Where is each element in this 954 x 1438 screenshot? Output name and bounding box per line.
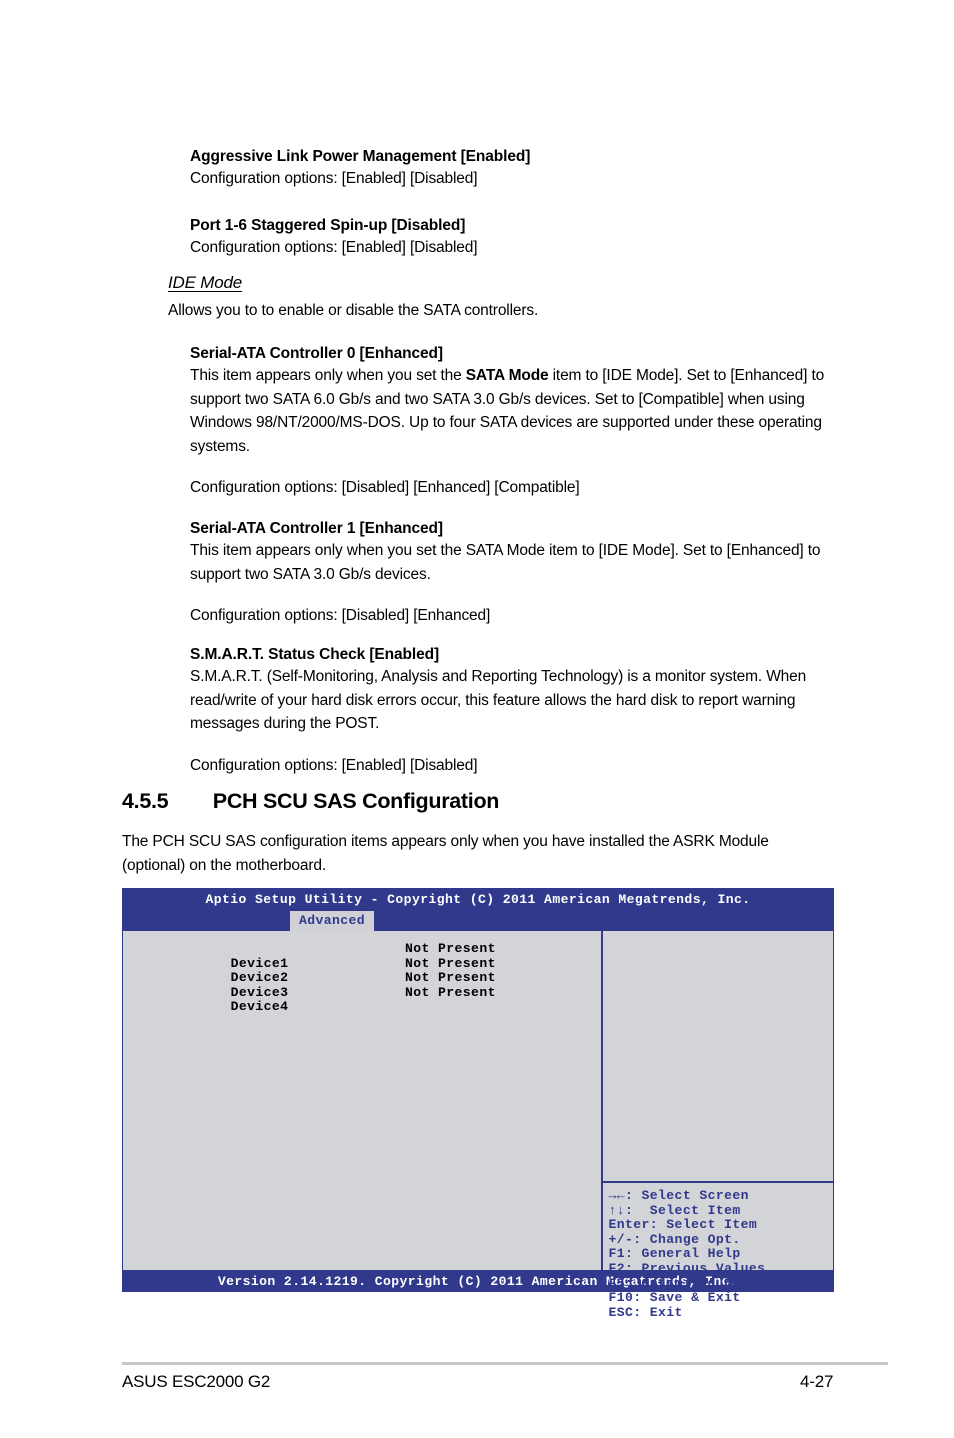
item-title: Aggressive Link Power Management [Enable… [190, 148, 531, 165]
legend-save-and-exit: F10: Save & Exit [608, 1290, 741, 1306]
device-status: Not Present [405, 970, 496, 986]
legend-optimized-defaults: F5: Optimized Defaults [608, 1275, 791, 1291]
subsection-description: Allows you to to enable or disable the S… [168, 302, 539, 319]
footer-divider [122, 1362, 888, 1365]
legend-change-opt: +/-: Change Opt. [608, 1231, 741, 1247]
item-description: S.M.A.R.T. (Self-Monitoring, Analysis an… [190, 668, 807, 733]
item-smart-status-check: S.M.A.R.T. Status Check [Enabled] S.M.A.… [190, 644, 832, 777]
item-title: Port 1-6 Staggered Spin-up [Disabled] [190, 217, 466, 234]
item-config-options: Configuration options: [Disabled] [Enhan… [190, 479, 580, 497]
bios-screenshot: Aptio Setup Utility - Copyright (C) 2011… [122, 888, 834, 1319]
table-row[interactable]: Device1 Not Present [148, 941, 601, 970]
subsection-heading: IDE Mode [168, 273, 242, 292]
section-number: 4.5.5 [122, 789, 169, 813]
legend-select-item: ↑↓: Select Item [608, 1202, 741, 1218]
item-title: S.M.A.R.T. Status Check [Enabled] [190, 646, 440, 663]
item-aggressive-link-power-management: Aggressive Link Power Management [Enable… [190, 146, 850, 191]
table-row[interactable]: Device4 Not Present [148, 984, 601, 1014]
item-config-options: Configuration options: [Enabled] [Disabl… [190, 756, 478, 774]
item-serial-ata-controller-0: Serial-ATA Controller 0 [Enhanced] This … [190, 343, 832, 500]
item-config-options: Configuration options: [Enabled] [Disabl… [190, 239, 478, 256]
item-config-options: Configuration options: [Disabled] [Enhan… [190, 607, 491, 625]
item-config-options: Configuration options: [Enabled] [Disabl… [190, 170, 478, 187]
bios-title-bar: Aptio Setup Utility - Copyright (C) 2011… [122, 888, 834, 911]
footer-product-name: ASUS ESC2000 G2 [122, 1372, 271, 1391]
device-status: Not Present [405, 984, 496, 1000]
item-serial-ata-controller-1: Serial-ATA Controller 1 [Enhanced] This … [190, 518, 832, 628]
section-heading: 4.5.5 PCH SCU SAS Configuration [122, 789, 842, 814]
item-port-staggered-spinup: Port 1-6 Staggered Spin-up [Disabled] Co… [190, 215, 850, 260]
device-name: Device4 [230, 999, 289, 1015]
legend-enter-select-item: Enter: Select Item [608, 1217, 758, 1233]
manual-page: Aggressive Link Power Management [Enable… [0, 0, 954, 1438]
legend-previous-values: F2: Previous Values [608, 1260, 766, 1276]
tab-advanced[interactable]: Advanced [290, 911, 375, 931]
bios-content-area: Device1 Not Present Device2 Not Present … [122, 931, 834, 1319]
item-title: Serial-ATA Controller 0 [Enhanced] [190, 345, 443, 362]
legend-exit: ESC: Exit [608, 1304, 683, 1320]
footer-page-number: 4-27 [800, 1372, 834, 1391]
bios-side-panel: →←: Select Screen ↑↓: Select Item Enter:… [602, 931, 833, 1319]
item-description: This item appears only when you set the … [190, 542, 821, 583]
subsection-ide-mode: IDE Mode Allows you to to enable or disa… [168, 273, 848, 323]
legend-select-screen: →←: Select Screen [608, 1188, 749, 1203]
item-description-emphasis: SATA Mode [465, 367, 549, 384]
bios-device-list: Device1 Not Present Device2 Not Present … [123, 931, 601, 1014]
bios-horizontal-divider [602, 1181, 833, 1183]
legend-general-help: F1: General Help [608, 1246, 741, 1262]
bios-tab-bar: Advanced [122, 911, 834, 931]
device-status: Not Present [405, 955, 496, 971]
item-title: Serial-ATA Controller 1 [Enhanced] [190, 520, 443, 537]
section-intro-paragraph: The PCH SCU SAS configuration items appe… [122, 833, 769, 874]
table-row[interactable]: Device2 Not Present [148, 955, 601, 985]
device-status: Not Present [405, 941, 496, 956]
table-row[interactable]: Device3 Not Present [148, 970, 601, 1000]
page-title: PCH SCU SAS Configuration [212, 789, 500, 813]
item-description: This item appears only when you set the … [190, 364, 832, 458]
bios-key-legend: →←: Select Screen ↑↓: Select Item Enter:… [603, 1188, 834, 1320]
item-description-pre: This item appears only when you set the [190, 367, 466, 384]
